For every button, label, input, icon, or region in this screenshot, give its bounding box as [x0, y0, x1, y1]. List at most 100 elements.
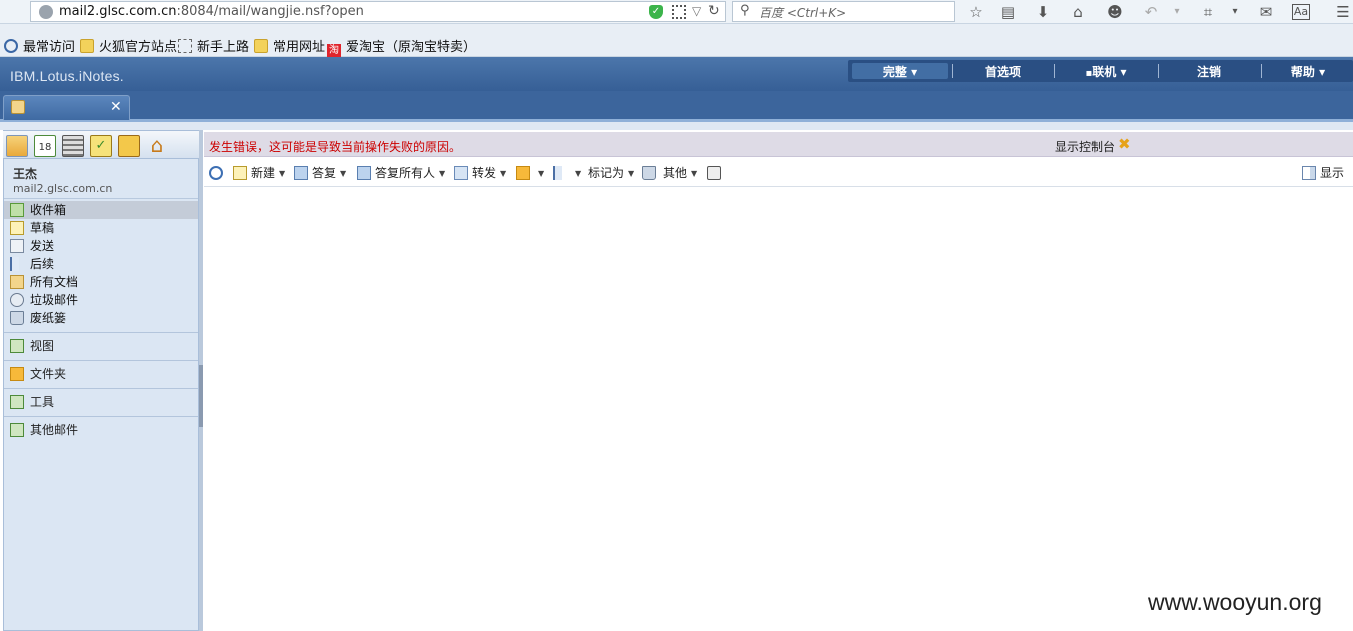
bookmark-icon — [4, 39, 18, 53]
display-button[interactable]: 显示 — [1302, 165, 1344, 181]
section-label: 文件夹 — [30, 367, 67, 381]
shield-icon[interactable]: ✓ — [649, 5, 663, 19]
show-console-link[interactable]: 显示控制台 — [1055, 138, 1115, 155]
flag-button[interactable]: ▼ — [553, 165, 581, 181]
menu-icon[interactable]: ☰ — [1333, 2, 1353, 22]
folder-trash[interactable]: 废纸篓 — [4, 309, 198, 327]
reload-icon[interactable]: ↻ — [708, 3, 720, 19]
bookmark-firefox-site[interactable]: 火狐官方站点 — [80, 36, 177, 55]
todo-icon[interactable]: ✓ — [90, 135, 112, 157]
refresh-button[interactable] — [209, 165, 227, 181]
address-text: mail2.glsc.com.cn:8084/mail/wangjie.nsf?… — [59, 4, 364, 19]
menu-separator — [1261, 64, 1262, 78]
folder-label: 收件箱 — [30, 203, 67, 217]
chat-icon[interactable]: ☻ — [1105, 2, 1125, 22]
chevron-down-icon: ▼ — [279, 169, 286, 178]
inbox-icon — [10, 203, 24, 217]
chevron-down-icon: ▼ — [439, 169, 446, 178]
taobao-icon: 淘 — [327, 44, 341, 58]
folder-all-documents[interactable]: 所有文档 — [4, 273, 198, 291]
page-icon — [178, 39, 192, 53]
reply-button[interactable]: 答复 ▼ — [294, 165, 346, 181]
menu-online[interactable]: ▪联机 ▾ — [1060, 63, 1152, 79]
message-icon[interactable]: ✉ — [1256, 2, 1276, 22]
home-icon[interactable]: ⌂ — [146, 135, 168, 157]
menu-separator — [952, 64, 953, 78]
sent-icon — [10, 239, 24, 253]
trash-icon — [10, 311, 24, 325]
chevron-down-icon: ▼ — [500, 169, 507, 178]
home-icon[interactable]: ⌂ — [1068, 2, 1088, 22]
chevron-down-icon[interactable]: ▾ — [1225, 2, 1245, 22]
calendar-icon[interactable]: 18 — [34, 135, 56, 157]
display-icon — [1302, 166, 1316, 180]
main-content — [203, 130, 1353, 631]
refresh-icon — [209, 166, 223, 180]
mark-as-button[interactable]: 标记为 ▼ — [588, 165, 634, 181]
notebook-icon[interactable] — [118, 135, 140, 157]
chevron-down-icon: ▼ — [628, 169, 635, 178]
error-message: 发生错误，这可能是导致当前操作失败的原因。 — [209, 140, 462, 154]
search-placeholder: 百度 <Ctrl+K> — [759, 6, 847, 20]
folder-junk[interactable]: 垃圾邮件 — [4, 291, 198, 309]
folder-inbox[interactable]: 收件箱 — [4, 201, 198, 219]
more-button[interactable]: 其他 ▼ — [642, 165, 697, 181]
search-input[interactable]: ⚲ 百度 <Ctrl+K> — [732, 1, 955, 22]
reading-list-icon[interactable]: ▤ — [998, 2, 1018, 22]
download-icon[interactable]: ⬇ — [1033, 2, 1053, 22]
section-views[interactable]: 视图 — [4, 332, 198, 359]
folder-label: 后续 — [30, 257, 55, 271]
bookmark-most-visited[interactable]: 最常访问 — [4, 36, 75, 55]
folder-sent[interactable]: 发送 — [4, 237, 198, 255]
chevron-down-icon[interactable]: ▽ — [692, 4, 701, 18]
contacts-icon[interactable] — [62, 135, 84, 157]
section-tools[interactable]: 工具 — [4, 388, 198, 415]
junk-icon — [10, 293, 24, 307]
menu-help[interactable]: 帮助 ▾ — [1268, 63, 1348, 79]
trash-icon — [642, 166, 656, 180]
folder-drafts[interactable]: 草稿 — [4, 219, 198, 237]
globe-icon — [39, 5, 53, 19]
undo-icon[interactable]: ↶ — [1141, 2, 1161, 22]
folder-icon — [10, 367, 24, 381]
tab-mail[interactable]: ✕ — [3, 95, 130, 120]
menu-full[interactable]: 完整 ▾ — [852, 63, 948, 79]
flag-icon — [553, 166, 567, 180]
bookmark-common-sites[interactable]: 常用网址 — [254, 36, 325, 55]
qr-code-icon[interactable] — [672, 5, 686, 19]
new-icon — [233, 166, 247, 180]
menu-logout[interactable]: 注销 — [1164, 63, 1254, 79]
section-label: 视图 — [30, 339, 55, 353]
bookmark-aitaobao[interactable]: 淘爱淘宝（原淘宝特卖） — [327, 36, 476, 58]
user-name: 王杰 — [13, 167, 38, 181]
move-to-folder-button[interactable]: ▼ — [516, 165, 544, 181]
forward-button[interactable]: 转发 ▼ — [454, 165, 506, 181]
views-icon — [10, 339, 24, 353]
chevron-down-icon: ▼ — [691, 169, 698, 178]
section-other-mail[interactable]: 其他邮件 — [4, 416, 198, 443]
chevron-down-icon: ▼ — [538, 169, 545, 178]
new-button[interactable]: 新建 ▼ — [233, 165, 285, 181]
close-icon[interactable]: ✕ — [110, 99, 122, 115]
folder-label: 发送 — [30, 239, 55, 253]
chevron-down-icon: ▼ — [340, 169, 347, 178]
mail-icon[interactable] — [6, 135, 28, 157]
crop-icon[interactable]: ⌗ — [1198, 2, 1218, 22]
tools-icon — [10, 395, 24, 409]
chevron-down-icon[interactable]: ▾ — [1167, 2, 1187, 22]
menu-preferences[interactable]: 首选项 — [958, 63, 1048, 79]
bookmark-getting-started[interactable]: 新手上路 — [178, 36, 249, 55]
folder-icon — [516, 166, 530, 180]
followup-flag-icon — [10, 257, 24, 271]
folder-icon — [254, 39, 268, 53]
print-button[interactable] — [707, 165, 725, 181]
folder-followup[interactable]: 后续 — [4, 255, 198, 273]
star-icon[interactable]: ☆ — [966, 2, 986, 22]
address-field[interactable]: mail2.glsc.com.cn:8084/mail/wangjie.nsf?… — [30, 1, 726, 22]
section-label: 其他邮件 — [30, 423, 79, 437]
close-icon[interactable]: ✖ — [1118, 135, 1131, 153]
reply-all-icon — [357, 166, 371, 180]
section-folders[interactable]: 文件夹 — [4, 360, 198, 387]
reply-all-button[interactable]: 答复所有人 ▼ — [357, 165, 445, 181]
text-size-icon[interactable]: Aa — [1292, 4, 1310, 20]
